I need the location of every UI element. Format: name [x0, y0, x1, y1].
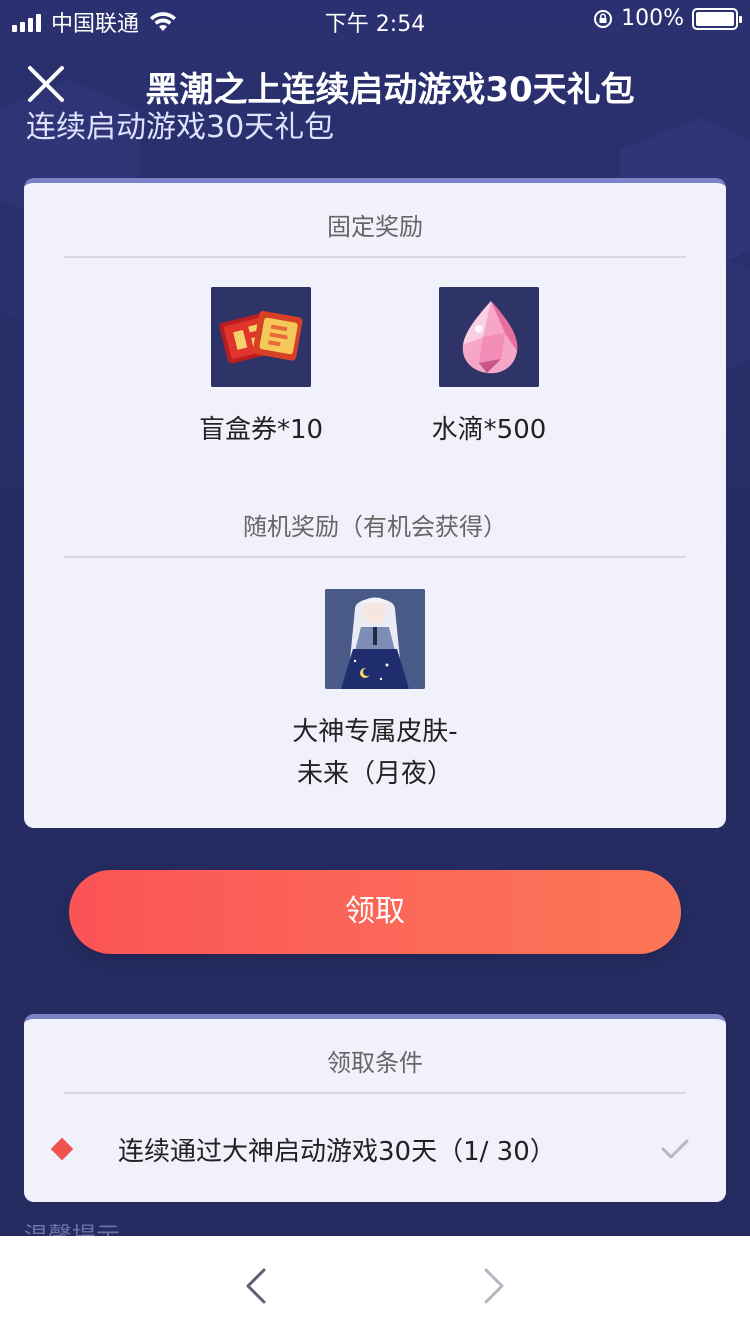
back-arrow-icon[interactable]	[240, 1266, 272, 1306]
battery-icon	[692, 7, 742, 30]
conditions-card: 领取条件 连续通过大神启动游戏30天（1/ 30）	[24, 1014, 726, 1202]
fixed-rewards-title: 固定奖励	[64, 207, 686, 258]
forward-arrow-icon[interactable]	[478, 1266, 510, 1306]
claim-button[interactable]: 领取	[69, 870, 681, 954]
battery-percent: 100%	[621, 6, 684, 31]
ticket-bundle-icon[interactable]	[211, 287, 311, 387]
reward-label: 水滴*500	[431, 415, 547, 445]
conditions-title: 领取条件	[64, 1043, 686, 1094]
status-bar: 中国联通 下午 2:54 100%	[0, 0, 750, 40]
orientation-lock-icon	[594, 9, 613, 28]
condition-row: 连续通过大神启动游戏30天（1/ 30）	[50, 1127, 690, 1177]
random-rewards-title: 随机奖励（有机会获得）	[64, 507, 686, 558]
tip-heading-peek: 温馨提示	[24, 1222, 120, 1236]
pink-crystal-drop-icon[interactable]	[439, 287, 539, 387]
random-reward-label-line1: 大神专属皮肤-	[292, 717, 458, 747]
rewards-card: 固定奖励 盲盒券*10 水滴*500 随机奖励（有机会获得） 大神专属皮肤- 未…	[24, 178, 726, 828]
random-reward-label: 大神专属皮肤- 未来（月夜）	[225, 711, 525, 795]
random-reward-label-line2: 未来（月夜）	[296, 759, 453, 789]
status-right: 100%	[593, 6, 742, 31]
reward-label: 盲盒券*10	[198, 415, 324, 445]
bottom-navigation-bar	[0, 1236, 750, 1334]
condition-text: 连续通过大神启动游戏30天（1/ 30）	[118, 1137, 556, 1167]
checkmark-icon	[661, 1139, 689, 1159]
page-subtitle: 连续启动游戏30天礼包	[26, 110, 335, 144]
anime-character-skin-icon[interactable]	[325, 589, 425, 689]
diamond-bullet-icon	[50, 1137, 74, 1161]
